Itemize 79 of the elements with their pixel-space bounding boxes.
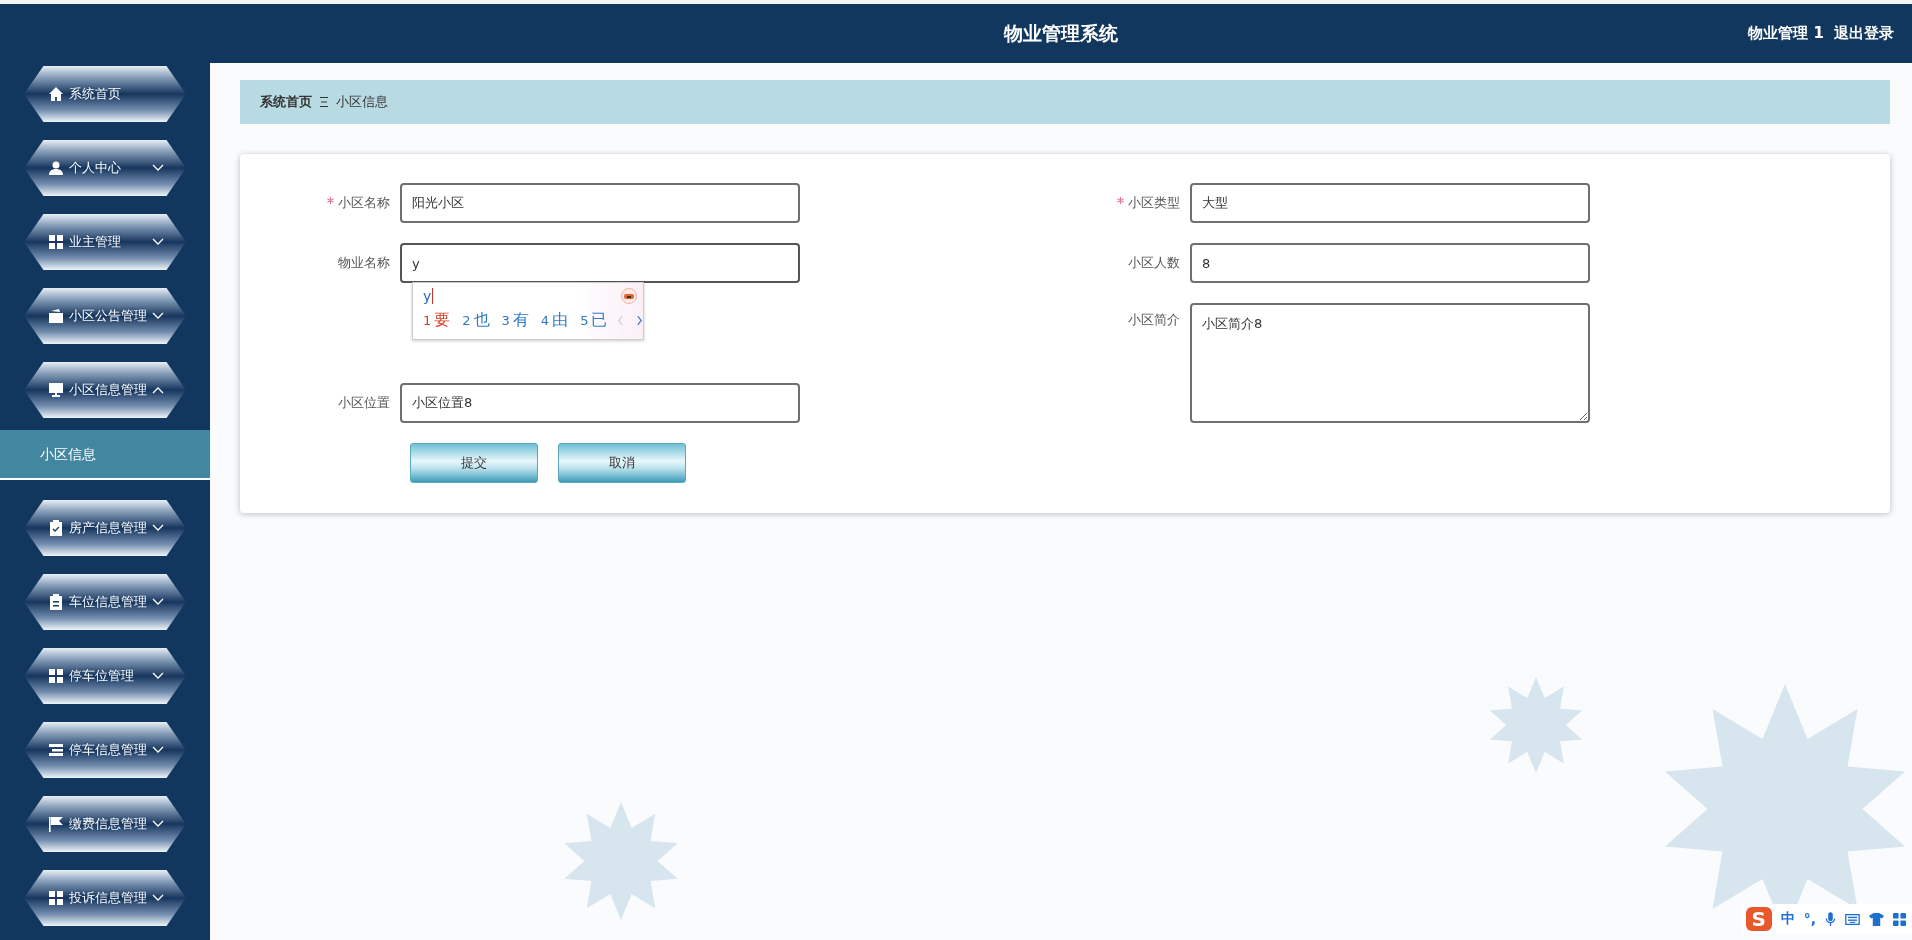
logout-link[interactable]: 退出登录 xyxy=(1834,24,1894,43)
clipboard-check-icon xyxy=(48,520,64,536)
field-label: 小区人数 xyxy=(1128,254,1180,272)
ime-candidate[interactable]: 5 已 xyxy=(580,309,608,331)
field-label: 物业名称 xyxy=(338,254,390,272)
ime-logo[interactable]: S xyxy=(1745,907,1772,931)
menu-label: 投诉信息管理 xyxy=(69,889,148,907)
submit-button[interactable]: 提交 xyxy=(410,443,538,483)
text-area[interactable]: 小区简介8 xyxy=(1190,303,1590,423)
ime-candidate[interactable]: 4 由 xyxy=(540,309,569,331)
user-name: 物业管理 1 xyxy=(1748,24,1824,43)
input-field[interactable]: 8 xyxy=(1190,243,1590,283)
input-field[interactable]: 阳光小区 xyxy=(400,183,800,223)
caret-icon xyxy=(152,672,164,680)
caret-icon xyxy=(152,746,164,754)
menu-label: 房产信息管理 xyxy=(69,519,148,537)
user-icon xyxy=(48,160,64,176)
caret-icon xyxy=(152,164,164,172)
caret-icon xyxy=(152,386,164,394)
field-label: 小区名称 xyxy=(338,194,390,212)
menu-label: 小区信息管理 xyxy=(69,381,148,399)
menu-item[interactable]: 房产信息管理 xyxy=(24,500,186,556)
menu-item[interactable]: 停车信息管理 xyxy=(24,722,186,778)
menu-item[interactable]: 投诉信息管理 xyxy=(24,870,186,926)
clipboard-icon xyxy=(48,594,64,610)
grid-icon[interactable] xyxy=(1893,912,1906,926)
breadcrumb-item[interactable]: 小区信息 xyxy=(336,93,388,111)
submenu-item[interactable]: 小区信息 xyxy=(0,430,210,480)
cancel-button[interactable]: 取消 xyxy=(558,443,686,483)
system-title: 物业管理系统 xyxy=(1004,20,1118,46)
menu-label: 系统首页 xyxy=(69,85,122,103)
caret-icon xyxy=(152,312,164,320)
menu-item[interactable]: 缴费信息管理 xyxy=(24,796,186,852)
home-icon xyxy=(48,86,64,102)
caret-icon xyxy=(152,238,164,246)
menu-label: 小区公告管理 xyxy=(69,307,148,325)
monitor-icon xyxy=(48,382,64,398)
caret-icon xyxy=(152,524,164,532)
grid-icon xyxy=(48,234,64,250)
chevron-right-icon[interactable] xyxy=(636,314,644,326)
menu-item[interactable]: 车位信息管理 xyxy=(24,574,186,630)
separator-icon xyxy=(320,96,328,108)
grid-icon xyxy=(48,890,64,906)
caret-icon xyxy=(152,598,164,606)
menu-label: 停车位管理 xyxy=(69,667,135,685)
wallet-icon xyxy=(48,308,64,324)
field-label: 小区类型 xyxy=(1128,194,1180,212)
input-field[interactable]: y xyxy=(400,243,800,283)
flag-icon xyxy=(48,816,64,832)
menu-item[interactable]: 个人中心 xyxy=(24,140,186,196)
menu-label: 个人中心 xyxy=(69,159,122,177)
ime-mode-toggle[interactable]: 中 xyxy=(1780,910,1795,928)
caret-icon xyxy=(152,894,164,902)
menu-item[interactable]: 系统首页 xyxy=(24,66,186,122)
menu-item[interactable]: 停车位管理 xyxy=(24,648,186,704)
punctuation-toggle[interactable]: °, xyxy=(1803,911,1816,927)
breadcrumb-item[interactable]: 系统首页 xyxy=(260,93,312,111)
menu-item[interactable]: 小区信息管理 xyxy=(24,362,186,418)
input-field[interactable]: 小区位置8 xyxy=(400,383,800,423)
menu-label: 业主管理 xyxy=(69,233,122,251)
grid-icon xyxy=(48,668,64,684)
ime-candidate[interactable]: 3 有 xyxy=(501,309,529,331)
microphone-icon[interactable] xyxy=(1825,911,1836,927)
keyboard-icon[interactable] xyxy=(1845,913,1860,925)
menu-item[interactable]: 业主管理 xyxy=(24,214,186,270)
mascot-icon xyxy=(621,288,637,304)
ime-candidate[interactable]: 2 也 xyxy=(462,309,490,331)
menu-label: 缴费信息管理 xyxy=(69,815,148,833)
list-icon xyxy=(48,742,64,758)
ime-composition: y xyxy=(423,288,434,304)
field-label: 小区简介 xyxy=(1128,311,1180,329)
menu-item[interactable]: 小区公告管理 xyxy=(24,288,186,344)
shirt-icon[interactable] xyxy=(1869,912,1884,926)
menu-label: 停车信息管理 xyxy=(69,741,148,759)
caret-icon xyxy=(152,820,164,828)
ime-candidate[interactable]: 1 要 xyxy=(423,309,451,331)
field-label: 小区位置 xyxy=(338,394,390,412)
menu-label: 车位信息管理 xyxy=(69,593,148,611)
input-field[interactable]: 大型 xyxy=(1190,183,1590,223)
